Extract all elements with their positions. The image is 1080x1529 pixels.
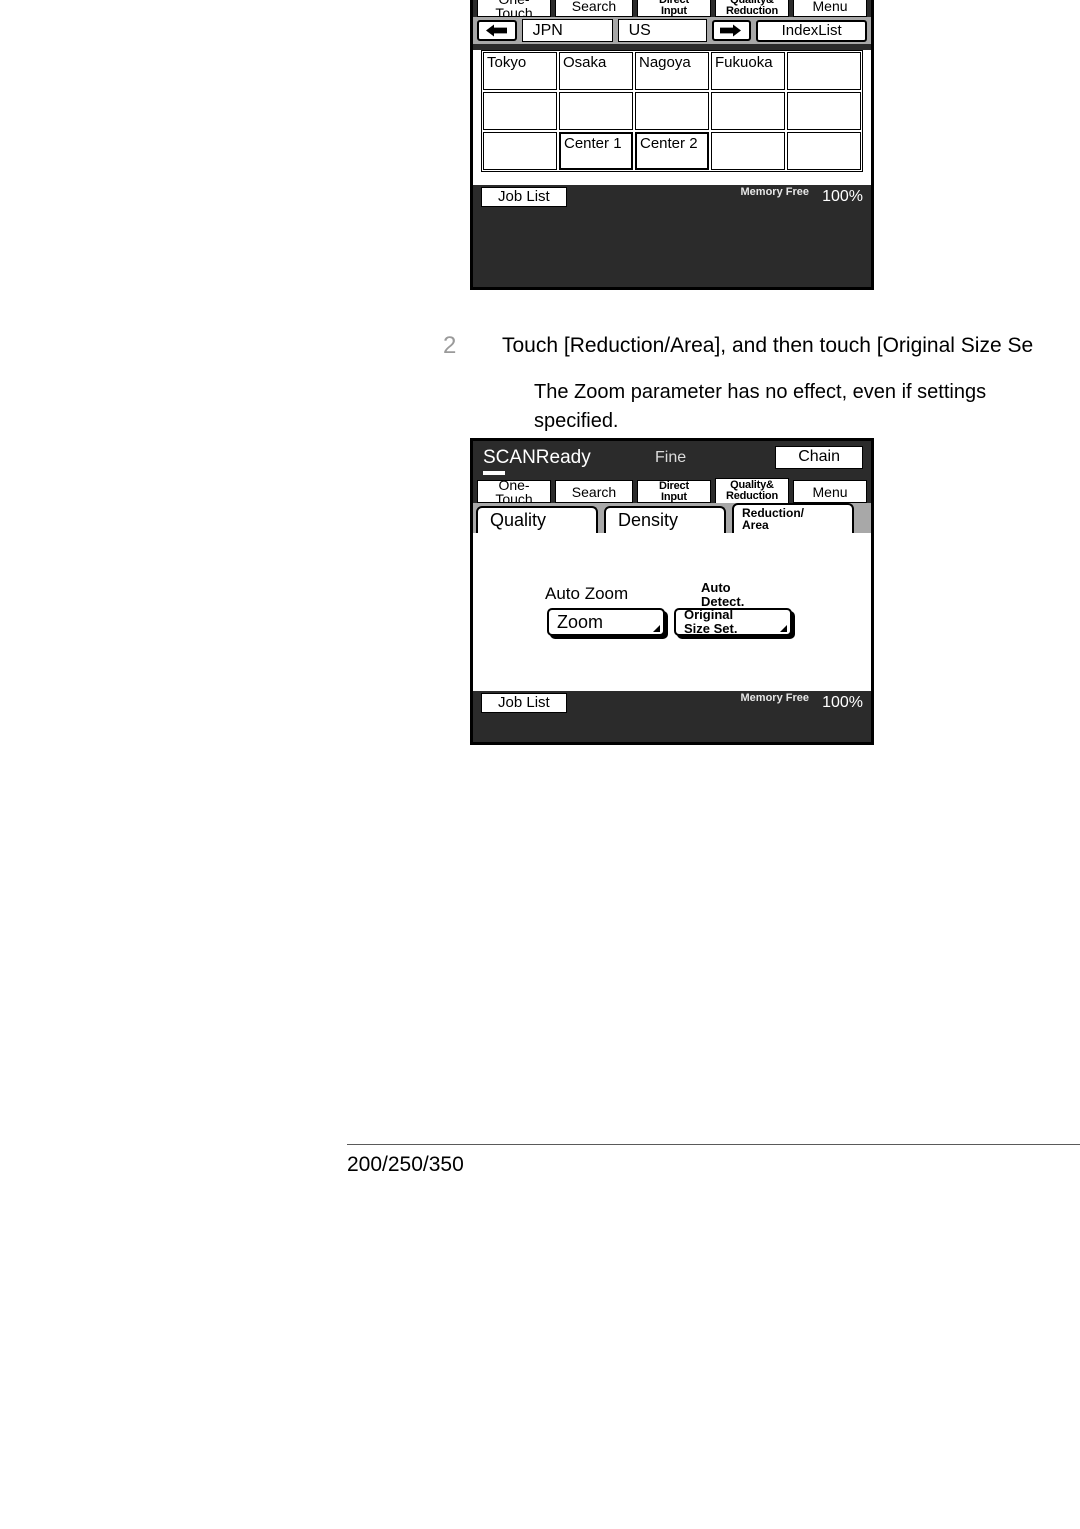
subtab-reduction-area[interactable]: Reduction/ Area bbox=[732, 503, 854, 533]
tab-one-touch[interactable]: One-Touch bbox=[477, 478, 552, 506]
one-touch-cell[interactable]: Fukuoka bbox=[711, 52, 785, 90]
original-size-set-button[interactable]: Original Size Set. bbox=[674, 608, 792, 636]
tab-menu[interactable]: Menu bbox=[793, 480, 868, 503]
footer-divider bbox=[347, 1144, 1080, 1145]
one-touch-cell-center-2[interactable]: Center 2 bbox=[635, 132, 709, 170]
auto-zoom-caption: Auto Zoom bbox=[545, 584, 629, 603]
step-instruction: Touch [Reduction/Area], and then touch [… bbox=[502, 334, 1034, 357]
subtab-quality[interactable]: Quality bbox=[476, 506, 598, 533]
zoom-button[interactable]: Zoom bbox=[547, 608, 665, 636]
zoom-button-label: Zoom bbox=[557, 611, 604, 632]
arrow-left-icon[interactable] bbox=[477, 20, 517, 41]
memory-free-percent: 100% bbox=[822, 694, 863, 711]
panel2-content: Auto Zoom Auto Detect. Zoom Original Siz… bbox=[473, 533, 871, 691]
one-touch-cell[interactable] bbox=[711, 132, 785, 170]
tab-quality-reduction[interactable]: Quality& Reduction bbox=[714, 478, 789, 503]
one-touch-grid: Tokyo Osaka Nagoya Fukuoka Center 1 Cent… bbox=[481, 50, 863, 172]
panel2-header: SCANReady Fine Chain bbox=[473, 441, 871, 479]
corner-marker-icon bbox=[780, 625, 787, 632]
one-touch-cell[interactable]: Nagoya bbox=[635, 52, 709, 90]
panel2-status-bar: Job List Memory Free 100% bbox=[473, 691, 871, 717]
resolution-mode-text: Fine bbox=[655, 449, 687, 466]
original-size-set-label: Original Size Set. bbox=[684, 607, 738, 636]
lcd-panel-one-touch: SCANReady Fine Chain One-Touch Search Di… bbox=[470, 0, 874, 290]
arrow-right-icon[interactable] bbox=[711, 20, 752, 41]
one-touch-cell[interactable] bbox=[483, 132, 557, 170]
step-number: 2 bbox=[443, 332, 457, 359]
step-note: The Zoom parameter has no effect, even i… bbox=[534, 381, 987, 432]
memory-free-percent: 100% bbox=[822, 188, 863, 205]
job-list-button[interactable]: Job List bbox=[481, 693, 567, 713]
one-touch-cell[interactable]: Tokyo bbox=[483, 52, 557, 90]
one-touch-cell[interactable] bbox=[559, 92, 633, 130]
panel1-status-bar: Job List Memory Free 100% bbox=[473, 185, 871, 209]
lcd-panel-reduction-area: SCANReady Fine Chain One-Touch Search Di… bbox=[470, 438, 874, 745]
panel2-main-tabs: One-Touch Search Direct Input Quality& R… bbox=[473, 478, 871, 506]
tab-one-touch[interactable]: One-Touch bbox=[477, 0, 552, 20]
one-touch-cell[interactable] bbox=[711, 92, 785, 130]
tab-search[interactable]: Search bbox=[555, 0, 633, 17]
job-list-button[interactable]: Job List bbox=[481, 187, 567, 207]
status-text: SCANReady bbox=[483, 447, 591, 468]
progress-dash-indicator bbox=[483, 471, 505, 475]
auto-detect-caption: Auto Detect. bbox=[701, 580, 745, 609]
index-tab-jpn[interactable]: JPN bbox=[521, 19, 613, 42]
tab-search[interactable]: Search bbox=[555, 480, 633, 503]
tab-menu[interactable]: Menu bbox=[793, 0, 868, 17]
one-touch-cell[interactable] bbox=[483, 92, 557, 130]
panel1-index-tabs: JPN US IndexList bbox=[473, 17, 871, 44]
one-touch-cell[interactable] bbox=[787, 92, 861, 130]
subtab-density[interactable]: Density bbox=[604, 506, 726, 533]
one-touch-cell[interactable] bbox=[787, 132, 861, 170]
corner-marker-icon bbox=[653, 625, 660, 632]
footer-model-number: 200/250/350 bbox=[347, 1153, 464, 1176]
index-list-button[interactable]: IndexList bbox=[756, 19, 867, 42]
memory-free-label: Memory Free bbox=[740, 186, 809, 198]
index-tab-us[interactable]: US bbox=[617, 19, 707, 42]
chain-button[interactable]: Chain bbox=[775, 446, 863, 469]
panel1-content: Tokyo Osaka Nagoya Fukuoka Center 1 Cent… bbox=[473, 50, 871, 185]
tab-quality-reduction[interactable]: Quality& Reduction bbox=[714, 0, 789, 17]
panel1-main-tabs: One-Touch Search Direct Input Quality& R… bbox=[473, 0, 871, 20]
tab-direct-input[interactable]: Direct Input bbox=[636, 0, 711, 17]
one-touch-cell-center-1[interactable]: Center 1 bbox=[559, 132, 633, 170]
tab-direct-input[interactable]: Direct Input bbox=[636, 480, 711, 503]
one-touch-cell[interactable] bbox=[787, 52, 861, 90]
panel2-sub-tabs: Quality Density Reduction/ Area bbox=[473, 503, 871, 533]
one-touch-cell[interactable]: Osaka bbox=[559, 52, 633, 90]
one-touch-cell[interactable] bbox=[635, 92, 709, 130]
memory-free-label: Memory Free bbox=[740, 692, 809, 704]
